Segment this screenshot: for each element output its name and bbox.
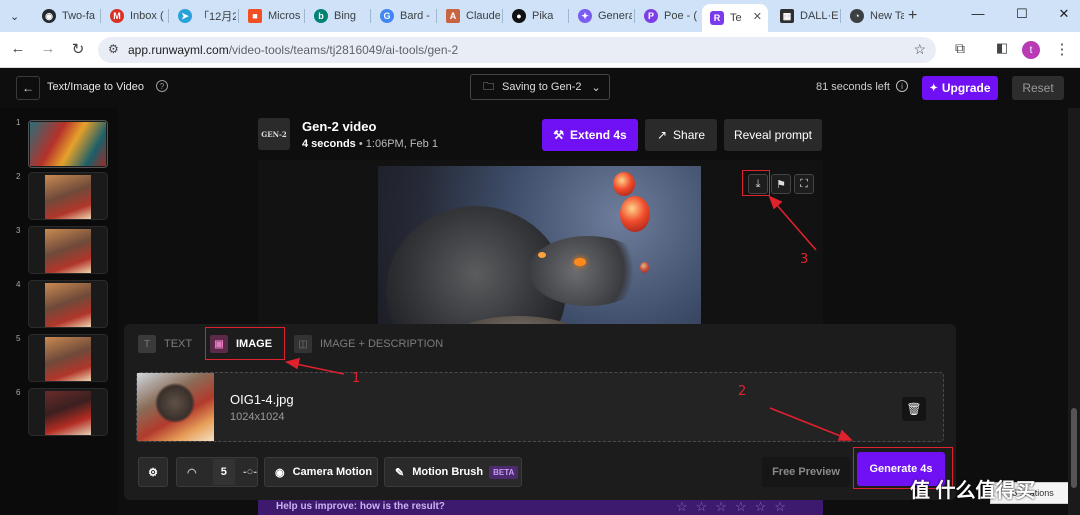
annotation-number: 2 [738,384,747,399]
site-watermark: 值 什么值得买 [910,480,1036,502]
annotation-arrows [284,195,853,441]
annotation-number: 1 [352,371,361,386]
annotation-number: 3 [800,252,809,267]
